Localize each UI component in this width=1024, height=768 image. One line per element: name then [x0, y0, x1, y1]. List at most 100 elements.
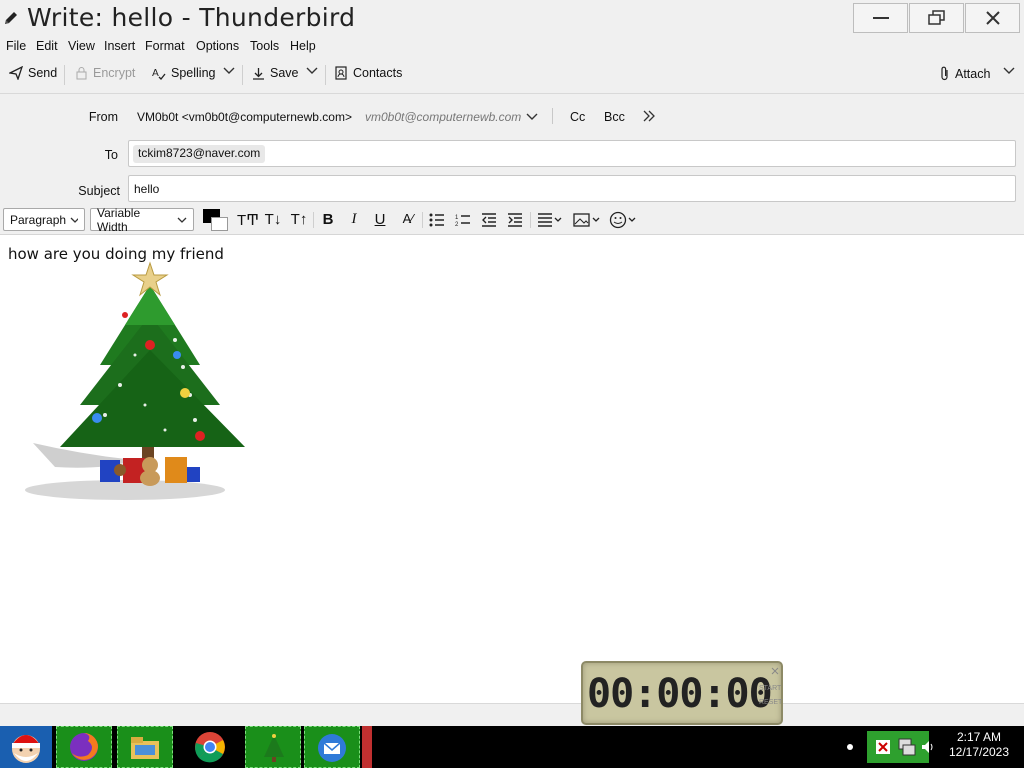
- underline-icon[interactable]: U: [370, 211, 390, 229]
- bold-icon[interactable]: B: [318, 211, 338, 229]
- chevron-down-icon: [70, 217, 78, 223]
- chevron-down-icon: [306, 67, 318, 74]
- emoji-icon[interactable]: [609, 211, 639, 229]
- numbered-list-icon[interactable]: 12: [455, 213, 471, 227]
- chevron-down-icon[interactable]: [526, 112, 538, 122]
- subject-input[interactable]: hello: [128, 175, 1016, 202]
- attach-dropdown[interactable]: [1003, 66, 1015, 76]
- taskbar-firefox[interactable]: [56, 726, 112, 768]
- chrome-icon: [195, 732, 225, 763]
- to-label: To: [104, 148, 118, 162]
- close-button[interactable]: [965, 3, 1020, 33]
- chevron-down-icon: [1003, 67, 1015, 74]
- encrypt-button[interactable]: Encrypt: [75, 66, 135, 80]
- lock-icon: [76, 67, 87, 80]
- timer-display: 00:00:00: [587, 671, 773, 717]
- insert-image-icon[interactable]: [573, 212, 603, 228]
- subject-label: Subject: [78, 184, 120, 198]
- toolbar-separator: [325, 65, 326, 85]
- to-field[interactable]: tckim8723@naver.com: [128, 140, 1016, 167]
- taskbar: 2:17 AM 12/17/2023: [0, 726, 1024, 768]
- text-style-icon[interactable]: A∕: [398, 211, 418, 229]
- taskbar-clock[interactable]: 2:17 AM 12/17/2023: [944, 730, 1014, 760]
- minimize-button[interactable]: [853, 3, 908, 33]
- bullet-list-icon[interactable]: [429, 213, 445, 227]
- network-icon[interactable]: [897, 737, 917, 757]
- taskbar-chrome[interactable]: [181, 726, 241, 768]
- title-bar: Write: hello - Thunderbird: [0, 0, 1024, 37]
- menu-insert[interactable]: Insert: [104, 39, 135, 53]
- outdent-icon[interactable]: [481, 213, 497, 227]
- address-book-icon: [335, 66, 347, 80]
- recipient-pill[interactable]: tckim8723@naver.com: [133, 145, 266, 163]
- christmas-tree-image: [25, 261, 245, 500]
- subject-value: hello: [134, 182, 160, 196]
- clock-date: 12/17/2023: [948, 745, 1010, 759]
- close-icon[interactable]: [771, 667, 779, 675]
- timer-start-button[interactable]: START: [759, 685, 781, 692]
- font-select[interactable]: Variable Width: [90, 206, 194, 234]
- indent-icon[interactable]: [507, 213, 523, 227]
- double-chevron-right-icon[interactable]: [642, 110, 656, 122]
- spelling-button[interactable]: A Spelling: [152, 66, 215, 80]
- menu-tools[interactable]: Tools: [250, 39, 279, 53]
- send-button[interactable]: Send: [9, 66, 57, 80]
- restore-icon: [927, 10, 945, 25]
- paragraph-select[interactable]: Paragraph: [3, 208, 85, 231]
- header-separator: [552, 108, 553, 124]
- color-picker[interactable]: [203, 209, 228, 231]
- format-separator: [530, 212, 531, 228]
- timer-widget[interactable]: 00:00:00 START RESET: [581, 661, 783, 725]
- tray-dot: [847, 744, 853, 750]
- timer-reset-button[interactable]: RESET: [759, 699, 782, 706]
- menu-help[interactable]: Help: [290, 39, 316, 53]
- message-body[interactable]: how are you doing my friend: [0, 235, 1024, 703]
- firefox-icon: [70, 733, 98, 761]
- taskbar-thunderbird[interactable]: [304, 726, 360, 768]
- from-identity: vm0b0t@computernewb.com: [365, 110, 522, 124]
- spellcheck-icon: A: [152, 68, 166, 80]
- align-icon[interactable]: [537, 213, 565, 227]
- larger-font-icon[interactable]: T↑: [289, 211, 309, 229]
- cc-button[interactable]: Cc: [570, 110, 585, 124]
- italic-icon[interactable]: I: [344, 211, 364, 229]
- font-size-reset-icon[interactable]: TͲ: [237, 211, 259, 229]
- restore-button[interactable]: [909, 3, 964, 33]
- save-dropdown[interactable]: [306, 66, 318, 76]
- format-separator: [422, 212, 423, 228]
- christmas-tree-icon: [264, 734, 284, 762]
- spelling-dropdown[interactable]: [223, 66, 235, 76]
- minimize-icon: [872, 17, 889, 19]
- menu-file[interactable]: File: [6, 39, 26, 53]
- status-bar: [0, 703, 1024, 726]
- taskbar-file-explorer[interactable]: [117, 726, 173, 768]
- taskbar-christmas-tree[interactable]: [245, 726, 301, 768]
- menu-format[interactable]: Format: [145, 39, 185, 53]
- chevron-down-icon: [223, 67, 235, 74]
- pencil-icon: [5, 12, 17, 24]
- download-icon: [253, 67, 264, 80]
- compose-header: From VM0b0t <vm0b0t@computernewb.com> vm…: [0, 94, 1024, 206]
- from-select[interactable]: VM0b0t <vm0b0t@computernewb.com>: [137, 110, 352, 124]
- toolbar-separator: [242, 65, 243, 85]
- menu-view[interactable]: View: [68, 39, 95, 53]
- thunderbird-icon: [318, 734, 346, 762]
- close-icon: [985, 11, 1000, 25]
- file-explorer-icon: [131, 737, 159, 759]
- chevron-down-icon: [177, 217, 187, 223]
- santa-start-icon: [12, 735, 40, 763]
- speaker-icon[interactable]: [920, 739, 936, 755]
- taskbar-edge: [362, 726, 372, 768]
- save-button[interactable]: Save: [252, 66, 299, 80]
- start-button[interactable]: [0, 726, 52, 768]
- format-separator: [313, 212, 314, 228]
- bcc-button[interactable]: Bcc: [604, 110, 625, 124]
- attach-button[interactable]: Attach: [940, 66, 990, 81]
- menu-options[interactable]: Options: [196, 39, 239, 53]
- contacts-button[interactable]: Contacts: [334, 66, 402, 80]
- flag-alert-icon[interactable]: [874, 738, 892, 756]
- paperclip-icon: [941, 66, 948, 81]
- smaller-font-icon[interactable]: T↓: [263, 211, 283, 229]
- menu-edit[interactable]: Edit: [36, 39, 58, 53]
- background-color-swatch: [211, 217, 228, 231]
